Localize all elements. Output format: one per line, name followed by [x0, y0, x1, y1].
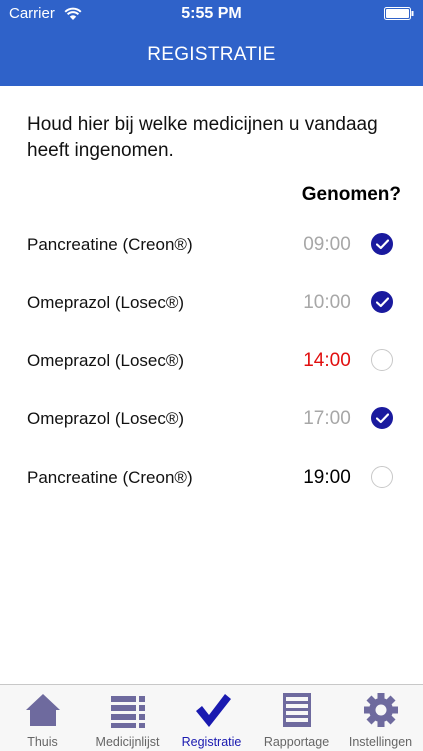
tab-thuis[interactable]: Thuis	[0, 685, 85, 751]
report-table-icon	[283, 693, 311, 727]
medication-row: Omeprazol (Losec®) 10:00	[0, 284, 423, 324]
medication-time: 19:00	[303, 467, 351, 488]
medication-name: Omeprazol (Losec®)	[27, 409, 185, 428]
medication-row: Omeprazol (Losec®) 14:00	[0, 342, 423, 382]
intro-text: Houd hier bij welke medicijnen u vandaag…	[27, 114, 378, 161]
medication-name: Pancreatine (Creon®)	[27, 468, 193, 487]
medication-time: 14:00	[303, 350, 351, 371]
medication-time: 17:00	[303, 408, 351, 429]
tab-instellingen[interactable]: Instellingen	[338, 685, 423, 751]
medication-row: Omeprazol (Losec®) 17:00	[0, 400, 423, 440]
gear-icon	[364, 693, 398, 727]
status-bar: Carrier 5:55 PM	[0, 0, 423, 28]
medication-name: Omeprazol (Losec®)	[27, 293, 185, 312]
taken-checkbox[interactable]	[371, 233, 393, 255]
tab-rapportage[interactable]: Rapportage	[254, 685, 339, 751]
tab-bar: Thuis Medicijnlijst Registratie Rapporta…	[0, 684, 423, 751]
taken-checkbox[interactable]	[371, 407, 393, 429]
tab-registratie[interactable]: Registratie	[169, 685, 254, 751]
tab-label: Thuis	[27, 735, 58, 749]
status-time: 5:55 PM	[181, 5, 242, 22]
battery-icon	[384, 7, 414, 20]
medication-name: Omeprazol (Losec®)	[27, 351, 185, 370]
taken-checkbox[interactable]	[371, 349, 393, 371]
medication-time: 09:00	[303, 234, 351, 255]
medication-row: Pancreatine (Creon®) 09:00	[0, 226, 423, 266]
medication-time: 10:00	[303, 292, 351, 313]
tab-label: Registratie	[181, 735, 242, 749]
tab-medicijnlijst[interactable]: Medicijnlijst	[85, 685, 170, 751]
navigation-header: Carrier 5:55 PM REGISTRATIE	[0, 0, 423, 86]
tab-label: Rapportage	[263, 735, 330, 749]
tab-label: Medicijnlijst	[95, 735, 160, 749]
taken-column-header: Genomen?	[301, 184, 401, 205]
house-icon	[26, 694, 60, 726]
checkmark-icon	[376, 413, 389, 424]
medication-name: Pancreatine (Creon®)	[27, 235, 193, 254]
list-icon	[111, 696, 145, 728]
tab-label: Instellingen	[348, 735, 413, 749]
taken-checkbox[interactable]	[371, 466, 393, 488]
checkmark-icon	[376, 239, 389, 250]
medication-row: Pancreatine (Creon®) 19:00	[0, 459, 423, 499]
checkmark-icon	[196, 694, 231, 727]
taken-checkbox[interactable]	[371, 291, 393, 313]
page-title: REGISTRATIE	[147, 44, 276, 65]
checkmark-icon	[376, 297, 389, 308]
